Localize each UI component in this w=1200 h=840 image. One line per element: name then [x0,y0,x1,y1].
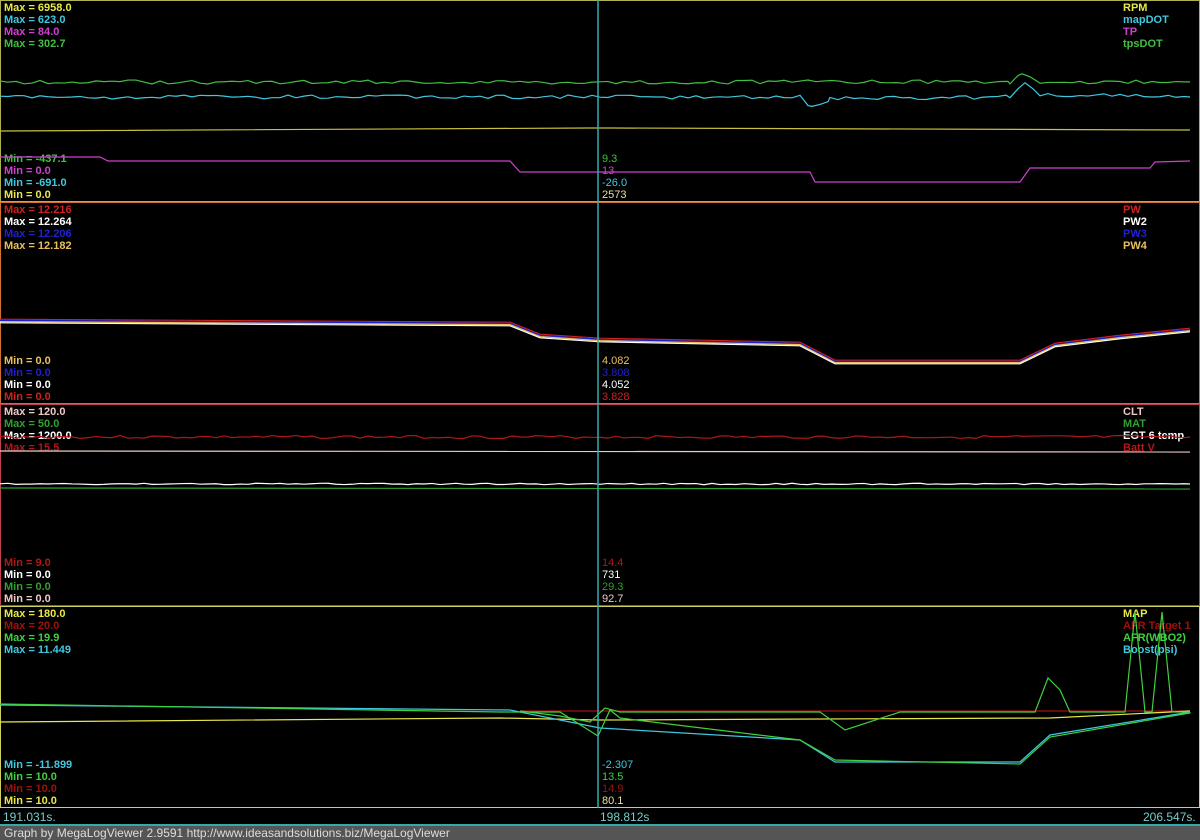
trace-egt [0,482,1191,486]
trace-mapdot [0,81,1191,107]
footer-credit: Graph by MegaLogViewer 2.9591 http://www… [0,826,1200,840]
trace-clt [0,450,1191,453]
timeline-start: 191.031s. [3,810,56,824]
timeline-cursor: 198.812s [600,810,650,824]
trace-afr [519,611,1190,731]
trace-battv [0,434,1191,440]
trace-tpsdot [0,73,1191,85]
trace-pw [0,322,1191,365]
trace-mat [0,487,1191,490]
trace-map [0,710,1191,723]
trace-afr-lower [0,703,1191,765]
trace-tp [0,156,1191,183]
trace-rpm [0,127,1191,132]
timeline-end: 206.547s. [1143,810,1196,824]
trace-pw [0,321,1191,364]
trace-layer [0,0,1200,826]
timeline-scrollbar[interactable]: 191.031s. 198.812s 206.547s. [0,808,1200,826]
